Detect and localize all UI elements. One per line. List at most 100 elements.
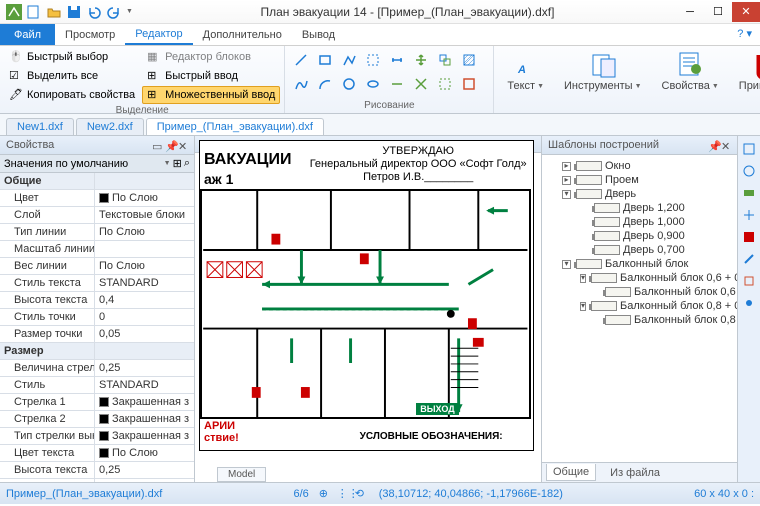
arc-icon[interactable] <box>315 74 335 94</box>
rect-icon[interactable] <box>315 50 335 70</box>
tree-toggle-icon[interactable]: ▾ <box>562 190 571 199</box>
status-ico-3[interactable]: ⟲ <box>355 487 369 501</box>
close-panel-icon[interactable]: ✕ <box>178 140 188 150</box>
template-icon <box>594 203 620 213</box>
save-icon[interactable] <box>66 4 82 20</box>
side-tool-5-icon[interactable] <box>740 228 758 246</box>
open-icon[interactable] <box>46 4 62 20</box>
tree-item[interactable]: ▸Проем <box>544 173 735 187</box>
tab-editor[interactable]: Редактор <box>125 24 192 45</box>
drawing-canvas[interactable]: ▭☐✕ УТВЕРЖДАЮ Генеральный директор ООО «… <box>195 136 542 482</box>
tpl-close-icon[interactable]: ✕ <box>721 140 731 150</box>
side-tool-7-icon[interactable] <box>740 272 758 290</box>
help-button[interactable]: ? ▾ <box>729 24 760 45</box>
tree-item[interactable]: Дверь 1,000 <box>544 215 735 229</box>
tpl-tab-file[interactable]: Из файла <box>604 465 666 481</box>
status-ico-1[interactable]: ⊕ <box>319 487 333 501</box>
circle-icon[interactable] <box>339 74 359 94</box>
doc-tab-3[interactable]: Пример_(План_эвакуации).dxf <box>146 118 324 135</box>
undo-icon[interactable] <box>86 4 102 20</box>
side-tool-6-icon[interactable] <box>740 250 758 268</box>
props-tool1-icon[interactable]: ⊞ <box>173 157 182 170</box>
tab-output[interactable]: Вывод <box>292 24 345 45</box>
select-all-button[interactable]: ☑Выделить все <box>4 67 140 85</box>
new-icon[interactable] <box>26 4 42 20</box>
minimize-button[interactable]: ─ <box>676 2 704 22</box>
tree-item[interactable]: Дверь 0,900 <box>544 229 735 243</box>
tree-item[interactable]: ▾Дверь <box>544 187 735 201</box>
block-icon[interactable] <box>459 74 479 94</box>
qat-dropdown-icon[interactable]: ▼ <box>126 8 133 15</box>
doc-tab-1[interactable]: New1.dxf <box>6 118 74 135</box>
doc-tab-2[interactable]: New2.dxf <box>76 118 144 135</box>
ellipse-icon[interactable] <box>363 74 383 94</box>
template-icon <box>576 175 602 185</box>
close-button[interactable]: ✕ <box>732 2 760 22</box>
tree-toggle-icon[interactable]: ▾ <box>580 302 586 311</box>
edit1-icon[interactable] <box>387 74 407 94</box>
tree-item[interactable]: Дверь 0,700 <box>544 243 735 257</box>
tree-toggle-icon[interactable]: ▸ <box>562 176 571 185</box>
template-icon <box>576 259 602 269</box>
tab-view[interactable]: Просмотр <box>55 24 125 45</box>
tree-toggle-icon[interactable]: ▸ <box>562 162 571 171</box>
side-tool-3-icon[interactable] <box>740 184 758 202</box>
tpl-tab-general[interactable]: Общие <box>546 464 596 481</box>
side-tool-1-icon[interactable] <box>740 140 758 158</box>
status-ico-2[interactable]: ⋮⋮ <box>337 487 351 501</box>
maximize-button[interactable]: ☐ <box>704 2 732 22</box>
quick-select-button[interactable]: 🖱️Быстрый выбор <box>4 48 140 66</box>
tree-item[interactable]: Балконный блок 0,8 <box>544 313 735 327</box>
tpl-pin-icon[interactable]: 📌 <box>708 140 718 150</box>
pin-icon[interactable]: 📌 <box>165 140 175 150</box>
section-size[interactable]: Размер <box>0 343 95 359</box>
tree-item[interactable]: ▸Окно <box>544 159 735 173</box>
defaults-dropdown[interactable]: ▼ <box>164 160 171 167</box>
minimize-panel-icon[interactable]: ▭ <box>152 140 162 150</box>
side-tool-4-icon[interactable] <box>740 206 758 224</box>
hatch-icon[interactable] <box>459 50 479 70</box>
tree-item[interactable]: Балконный блок 0,6 <box>544 285 735 299</box>
prop-row: Тип стрелки выноснЗакрашенная з <box>0 428 194 445</box>
quick-input-button[interactable]: ⊞Быстрый ввод <box>142 67 280 85</box>
snap-button[interactable]: Привязка ▼ <box>730 48 760 95</box>
edit3-icon[interactable] <box>435 74 455 94</box>
drawing-viewport[interactable]: УТВЕРЖДАЮ Генеральный директор ООО «Софт… <box>199 140 534 451</box>
side-tool-2-icon[interactable] <box>740 162 758 180</box>
props-button[interactable]: Свойства ▼ <box>653 48 728 95</box>
document-tabs: New1.dxf New2.dxf Пример_(План_эвакуации… <box>0 114 760 136</box>
region-icon[interactable] <box>363 50 383 70</box>
tree-label: Дверь 1,200 <box>623 202 685 214</box>
copy-props-button[interactable]: 🖊Копировать свойства <box>4 86 140 104</box>
tree-item[interactable]: ▾Балконный блок 0,6 + 0,6 <box>544 271 735 285</box>
warning-text: АРИИствие! <box>204 420 239 444</box>
text-button[interactable]: AТекст ▼ <box>498 48 553 95</box>
tree-item[interactable]: ▾Балконный блок 0,8 + 0,8 <box>544 299 735 313</box>
prop-row: Просмотр текста0,0625 <box>0 479 194 482</box>
props-tool2-icon[interactable]: ⌕ <box>184 157 190 170</box>
section-general[interactable]: Общие <box>0 173 95 189</box>
side-tool-8-icon[interactable] <box>740 294 758 312</box>
redo-icon[interactable] <box>106 4 122 20</box>
tree-toggle-icon[interactable]: ▾ <box>562 260 571 269</box>
spline-icon[interactable] <box>291 74 311 94</box>
measure-icon[interactable] <box>387 50 407 70</box>
tree-item[interactable]: ▾Балконный блок <box>544 257 735 271</box>
label: Выделить все <box>27 70 98 82</box>
polyline-icon[interactable] <box>339 50 359 70</box>
offset-icon[interactable] <box>435 50 455 70</box>
model-tab[interactable]: Model <box>217 467 266 482</box>
line-icon[interactable] <box>291 50 311 70</box>
tab-extras[interactable]: Дополнительно <box>193 24 292 45</box>
multi-input-button[interactable]: ⊞Множественный ввод <box>142 86 280 104</box>
block-editor-button[interactable]: ▦Редактор блоков <box>142 48 280 66</box>
tree-toggle-icon[interactable]: ▾ <box>580 274 586 283</box>
tree-label: Балконный блок 0,6 <box>634 286 736 298</box>
move-icon[interactable] <box>411 50 431 70</box>
tools-button[interactable]: Инструменты ▼ <box>555 48 651 95</box>
label: Множественный ввод <box>165 89 275 101</box>
file-tab[interactable]: Файл <box>0 24 55 45</box>
prop-row: Стрелка 2Закрашенная з <box>0 411 194 428</box>
tree-item[interactable]: Дверь 1,200 <box>544 201 735 215</box>
edit2-icon[interactable] <box>411 74 431 94</box>
